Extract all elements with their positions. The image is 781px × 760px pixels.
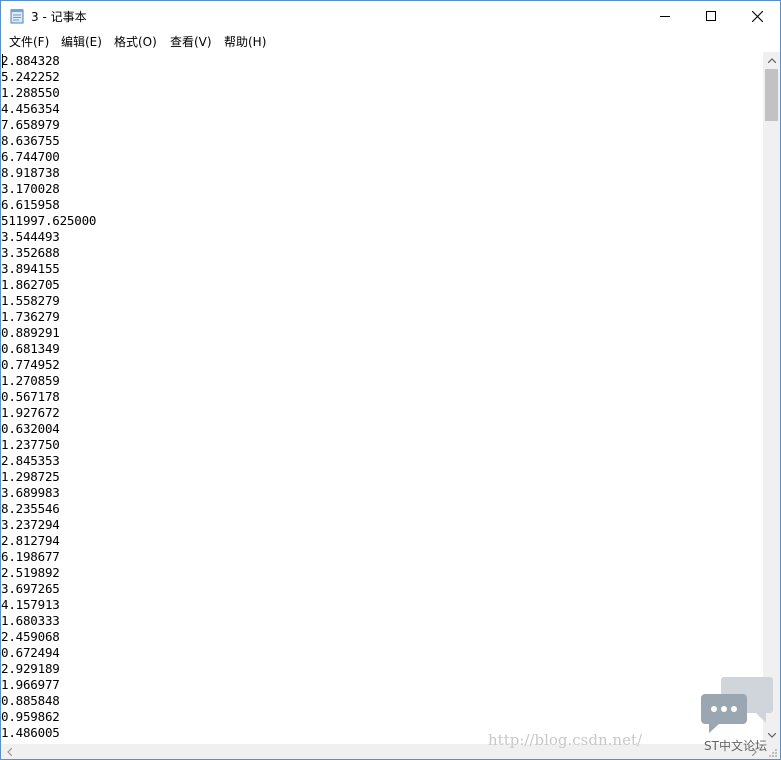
- text-line: 2.929189: [1, 661, 60, 676]
- ime-status: ST中文论坛: [704, 739, 767, 753]
- text-line: 0.885848: [1, 693, 60, 708]
- close-icon: [751, 10, 763, 22]
- text-lines: 2.884328 5.242252 1.288550 4.456354 7.658979…: [1, 53, 96, 741]
- text-line: 0.774952: [1, 357, 60, 372]
- scroll-up-button[interactable]: [763, 52, 780, 69]
- text-line: 0.567178: [1, 389, 60, 404]
- text-line: 0.672494: [1, 645, 60, 660]
- text-line: 0.632004: [1, 421, 60, 436]
- text-line: 2.459068: [1, 629, 60, 644]
- text-line: 1.862705: [1, 277, 60, 292]
- text-line: 1.680333: [1, 613, 60, 628]
- window-title: 3 - 记事本: [31, 10, 87, 24]
- minimize-button[interactable]: [642, 1, 688, 31]
- watermark-text: http://blog.csdn.net/: [488, 731, 643, 749]
- chat-bubbles-icon: [701, 677, 773, 733]
- text-line: 8.636755: [1, 133, 60, 148]
- scroll-thumb[interactable]: [765, 69, 778, 121]
- horizontal-scrollbar[interactable]: [1, 744, 763, 759]
- text-line: 2.884328: [1, 53, 60, 68]
- menu-bar: 文件(F) 编辑(E) 格式(O) 查看(V) 帮助(H): [1, 31, 780, 51]
- text-line: 6.744700: [1, 149, 60, 164]
- text-editor[interactable]: 2.884328 5.242252 1.288550 4.456354 7.658979…: [1, 52, 763, 744]
- text-line: 4.157913: [1, 597, 60, 612]
- text-line: 0.889291: [1, 325, 60, 340]
- text-line: 1.736279: [1, 309, 60, 324]
- notepad-window: 3 - 记事本 文件(F) 编辑(E) 格式(O) 查看(V) 帮助(H) 2.…: [0, 0, 781, 760]
- text-line: 3.170028: [1, 181, 60, 196]
- text-line: 3.544493: [1, 229, 60, 244]
- minimize-icon: [660, 16, 670, 17]
- text-line: 2.845353: [1, 453, 60, 468]
- text-line: 2.812794: [1, 533, 60, 548]
- text-line: 1.237750: [1, 437, 60, 452]
- text-line: 3.352688: [1, 245, 60, 260]
- menu-format[interactable]: 格式(O): [114, 33, 157, 50]
- text-line: 3.894155: [1, 261, 60, 276]
- close-button[interactable]: [734, 1, 780, 31]
- text-line: 1.288550: [1, 85, 60, 100]
- text-line: 3.689983: [1, 485, 60, 500]
- text-line: 0.681349: [1, 341, 60, 356]
- text-line: 3.237294: [1, 517, 60, 532]
- text-line: 1.298725: [1, 469, 60, 484]
- notepad-icon: [10, 9, 24, 24]
- text-line: 2.519892: [1, 565, 60, 580]
- chevron-up-icon: [767, 58, 776, 63]
- text-line: 4.456354: [1, 101, 60, 116]
- text-line: 3.697265: [1, 581, 60, 596]
- menu-edit[interactable]: 编辑(E): [61, 33, 102, 50]
- text-line: 8.235546: [1, 501, 60, 516]
- text-line: 1.270859: [1, 373, 60, 388]
- maximize-button[interactable]: [688, 1, 734, 31]
- menu-file[interactable]: 文件(F): [9, 33, 49, 50]
- text-line: 0.959862: [1, 709, 60, 724]
- title-bar[interactable]: 3 - 记事本: [1, 1, 780, 31]
- chevron-left-icon: [7, 747, 12, 756]
- text-line: 1.927672: [1, 405, 60, 420]
- text-line: 8.918738: [1, 165, 60, 180]
- text-line: 511997.625000: [1, 213, 97, 228]
- text-line: 5.242252: [1, 69, 60, 84]
- scroll-left-button[interactable]: [1, 744, 18, 759]
- vertical-scrollbar[interactable]: [763, 52, 780, 744]
- menu-view[interactable]: 查看(V): [170, 33, 212, 50]
- text-line: 7.658979: [1, 117, 60, 132]
- text-line: 1.966977: [1, 677, 60, 692]
- text-caret: [2, 54, 3, 68]
- text-line: 1.486005: [1, 725, 60, 740]
- menu-help[interactable]: 帮助(H): [224, 33, 266, 50]
- maximize-icon: [706, 11, 716, 21]
- text-line: 1.558279: [1, 293, 60, 308]
- text-line: 6.615958: [1, 197, 60, 212]
- text-line: 6.198677: [1, 549, 60, 564]
